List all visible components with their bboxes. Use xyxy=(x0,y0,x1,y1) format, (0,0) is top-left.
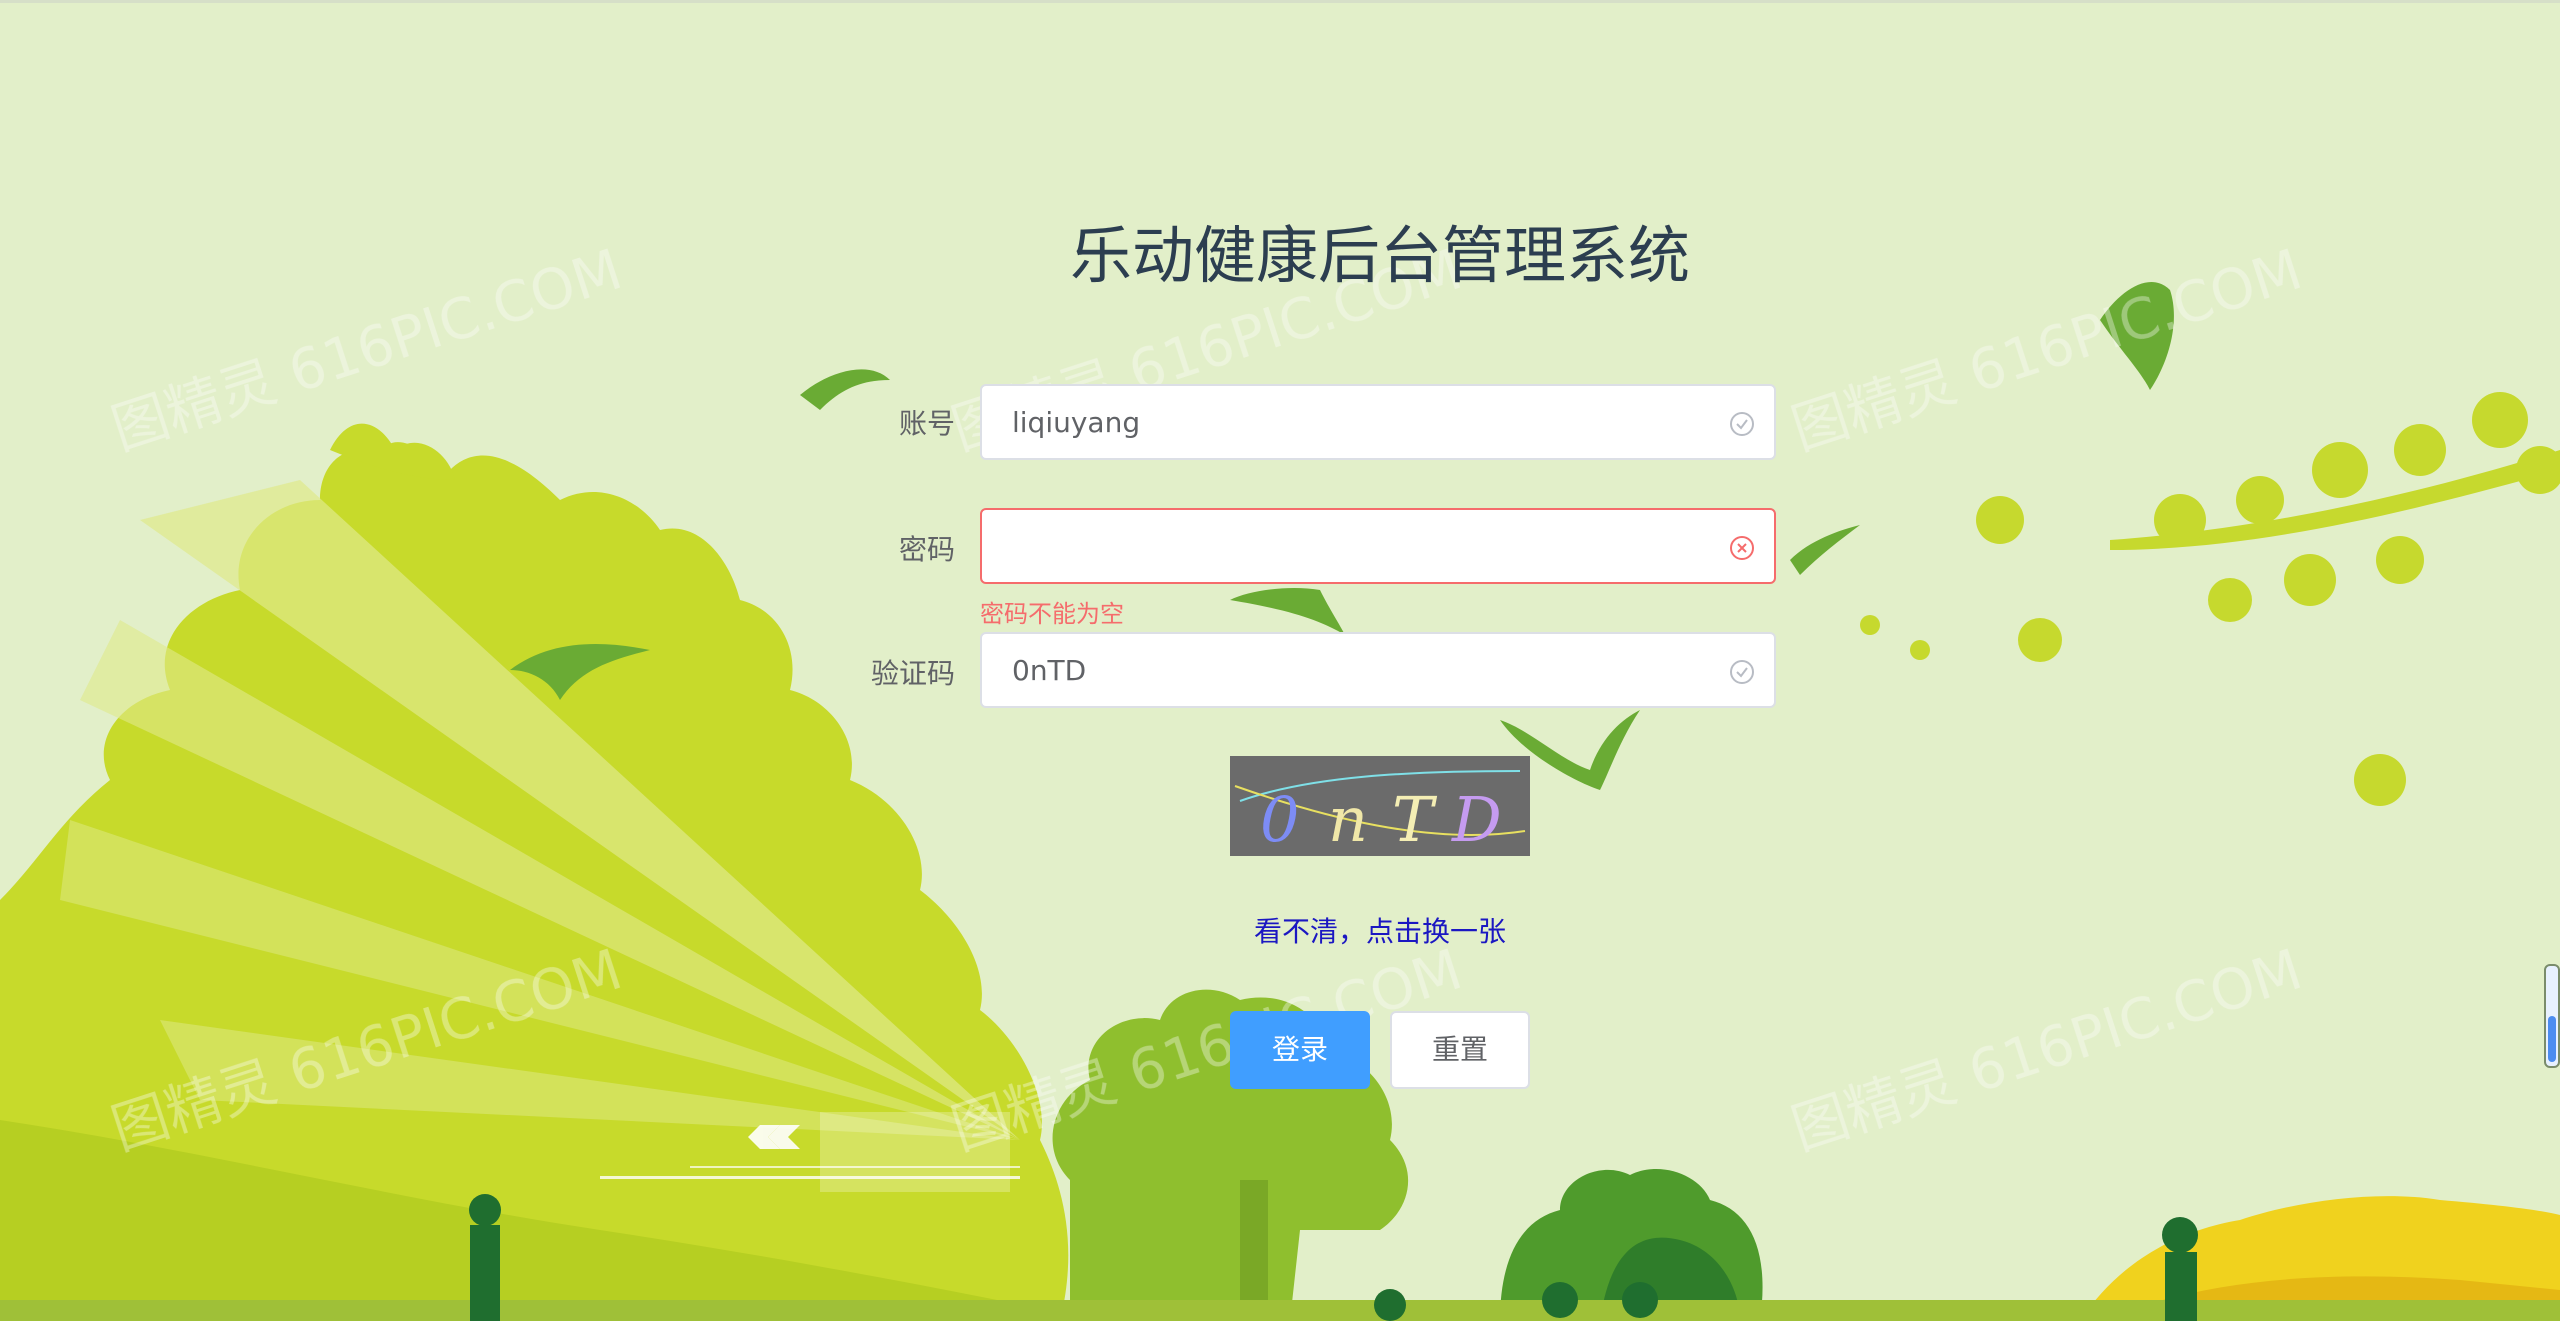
check-circle-icon xyxy=(1730,660,1754,684)
page-title: 乐动健康后台管理系统 xyxy=(1069,219,1690,292)
check-circle-icon xyxy=(1730,412,1754,436)
captcha-char-2: n xyxy=(1328,783,1368,856)
captcha-char-3: T xyxy=(1392,783,1438,856)
captcha-char-4: D xyxy=(1451,783,1502,856)
password-input[interactable] xyxy=(980,508,1776,584)
account-value: liqiuyang xyxy=(1012,406,1141,439)
scrollbar-thumb[interactable] xyxy=(2544,964,2560,1068)
account-input[interactable]: liqiuyang xyxy=(980,384,1776,460)
captcha-image[interactable]: 0 n T D xyxy=(1230,756,1530,856)
login-button[interactable]: 登录 xyxy=(1230,1011,1370,1089)
captcha-char-1: 0 xyxy=(1260,783,1299,856)
password-label: 密码 xyxy=(898,533,955,566)
captcha-input[interactable]: 0nTD xyxy=(980,632,1776,708)
password-error-message: 密码不能为空 xyxy=(980,600,1124,628)
top-border xyxy=(0,0,2560,3)
close-circle-icon[interactable] xyxy=(1728,534,1756,562)
captcha-label: 验证码 xyxy=(870,657,955,690)
scrollbar-fill xyxy=(2548,1016,2556,1062)
reset-button[interactable]: 重置 xyxy=(1390,1011,1530,1089)
captcha-refresh-link[interactable]: 看不清，点击换一张 xyxy=(1230,910,1530,950)
account-label: 账号 xyxy=(898,407,955,440)
captcha-input-value: 0nTD xyxy=(1012,654,1087,687)
